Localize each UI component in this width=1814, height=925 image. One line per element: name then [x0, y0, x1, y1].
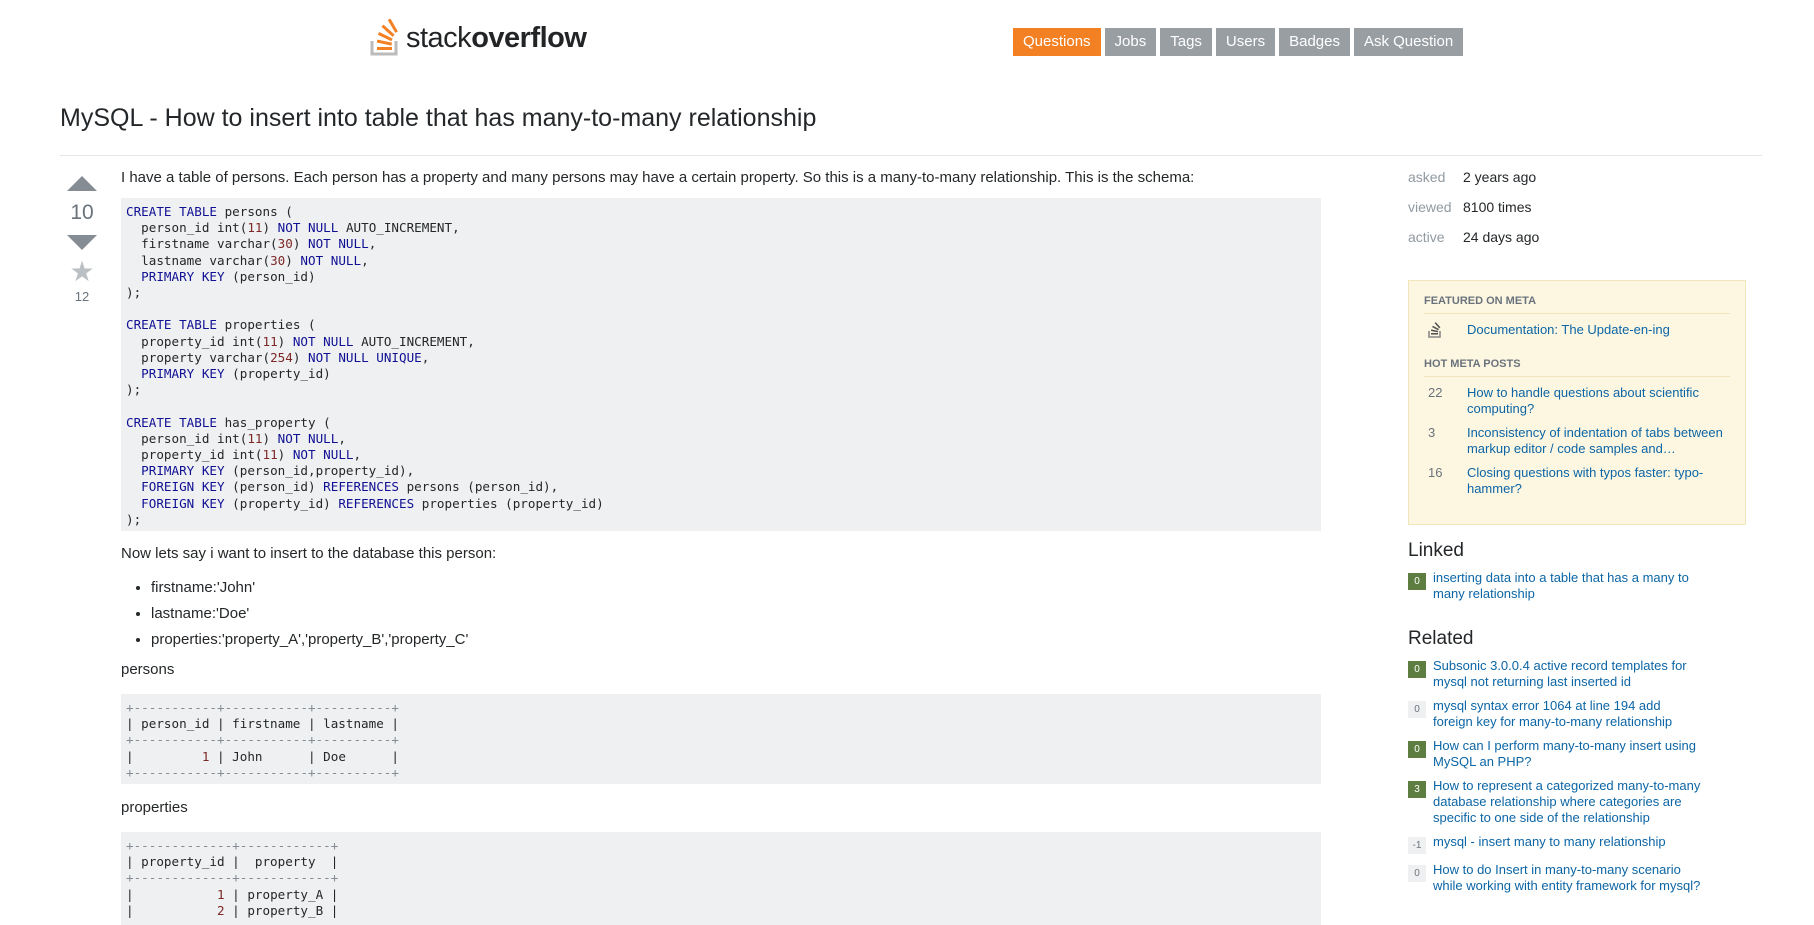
hot-meta-heading: HOT META POSTS	[1424, 358, 1730, 377]
vote-count: 10	[70, 201, 94, 224]
meta-count: 22	[1428, 385, 1443, 400]
stack-logo-icon	[370, 19, 398, 56]
logo-text-light: stack	[406, 22, 472, 54]
related-item: 3 How to represent a categorized many-to…	[1408, 778, 1703, 826]
stat-row: active 24 days ago	[1408, 228, 1762, 258]
favorite-count: 12	[74, 289, 90, 304]
persons-table-code: +-----------+-----------+----------+ | p…	[121, 694, 1321, 784]
stat-label: active	[1408, 229, 1445, 245]
site-logo[interactable]: stackoverflow	[370, 18, 587, 58]
score-badge[interactable]: 0	[1408, 865, 1426, 882]
nav-jobs[interactable]: Jobs	[1104, 28, 1157, 56]
nav-badges[interactable]: Badges	[1279, 28, 1350, 56]
stat-label: asked	[1408, 169, 1446, 185]
related-item: 0 How can I perform many-to-many insert …	[1408, 738, 1703, 770]
related-link[interactable]: How to do Insert in many-to-many scenari…	[1433, 862, 1703, 894]
related-item: 0 Subsonic 3.0.0.4 active record templat…	[1408, 658, 1703, 690]
linked-link[interactable]: inserting data into a table that has a m…	[1433, 570, 1703, 602]
related-link[interactable]: mysql syntax error 1064 at line 194 add …	[1433, 698, 1703, 730]
featured-heading: FEATURED ON META	[1424, 295, 1730, 314]
sidebar: asked 2 years ago viewed 8100 times acti…	[1408, 168, 1762, 893]
properties-table-code: +-------------+------------+ | property_…	[121, 832, 1321, 925]
meta-link[interactable]: Documentation: The Update-en-ing	[1467, 322, 1730, 342]
stat-row: asked 2 years ago	[1408, 168, 1762, 198]
score-badge[interactable]: -1	[1408, 837, 1426, 854]
logo-wordmark: stackoverflow	[406, 18, 587, 58]
question-stats: asked 2 years ago viewed 8100 times acti…	[1408, 168, 1762, 258]
linked-item: 0 inserting data into a table that has a…	[1408, 570, 1703, 602]
question-intro: I have a table of persons. Each person h…	[121, 169, 1195, 186]
score-badge[interactable]: 0	[1408, 741, 1426, 758]
related-link[interactable]: How can I perform many-to-many insert us…	[1433, 738, 1703, 770]
meta-hot-item: 22 How to handle questions about scienti…	[1424, 385, 1730, 417]
vote-cell: 10 ★ 12	[62, 172, 102, 304]
meta-hot-item: 3 Inconsistency of indentation of tabs b…	[1424, 425, 1730, 457]
nav-tags[interactable]: Tags	[1160, 28, 1212, 56]
persons-label: persons	[121, 661, 175, 678]
meta-count: 3	[1428, 425, 1436, 440]
stat-value: 2 years ago	[1463, 169, 1537, 185]
meta-hot-item: 16 Closing questions with typos faster: …	[1424, 465, 1730, 497]
logo-text-bold: overflow	[471, 22, 587, 54]
nav-ask-question[interactable]: Ask Question	[1353, 28, 1464, 56]
list-item: lastname:'Doe'	[151, 604, 1331, 624]
title-divider	[60, 155, 1762, 156]
score-badge[interactable]: 0	[1408, 661, 1426, 678]
nav-users[interactable]: Users	[1215, 28, 1276, 56]
downvote-icon[interactable]	[67, 235, 97, 250]
top-nav: Questions Jobs Tags Users Badges Ask Que…	[1013, 28, 1464, 56]
score-badge[interactable]: 0	[1408, 701, 1426, 718]
stat-value[interactable]: 24 days ago	[1463, 228, 1539, 258]
upvote-icon[interactable]	[67, 176, 97, 191]
list-item: properties:'property_A','property_B','pr…	[151, 630, 1331, 650]
properties-label: properties	[121, 799, 188, 816]
score-badge[interactable]: 3	[1408, 781, 1426, 798]
stat-row: viewed 8100 times	[1408, 198, 1762, 228]
meta-widget: FEATURED ON META Documentation: The Upda…	[1408, 280, 1746, 525]
nav-questions[interactable]: Questions	[1013, 28, 1101, 56]
schema-code-block: CREATE TABLE persons ( person_id int(11)…	[121, 198, 1321, 531]
linked-heading: Linked	[1408, 540, 1464, 561]
score-badge[interactable]: 0	[1408, 573, 1426, 590]
question-body: I have a table of persons. Each person h…	[121, 168, 1331, 925]
linked-section: Linked 0 inserting data into a table tha…	[1408, 540, 1703, 602]
list-item: firstname:'John'	[151, 578, 1331, 598]
related-link[interactable]: Subsonic 3.0.0.4 active record templates…	[1433, 658, 1703, 690]
site-header: stackoverflow Questions Jobs Tags Users …	[0, 0, 1814, 80]
related-link[interactable]: How to represent a categorized many-to-m…	[1433, 778, 1703, 826]
meta-link[interactable]: How to handle questions about scientific…	[1467, 385, 1730, 417]
meta-featured-item: Documentation: The Update-en-ing	[1424, 322, 1730, 342]
stat-value: 8100 times	[1463, 199, 1532, 215]
meta-link[interactable]: Closing questions with typos faster: typ…	[1467, 465, 1730, 497]
related-item: 0 How to do Insert in many-to-many scena…	[1408, 862, 1703, 894]
related-item: 0 mysql syntax error 1064 at line 194 ad…	[1408, 698, 1703, 730]
related-heading: Related	[1408, 628, 1474, 649]
related-section: Related 0 Subsonic 3.0.0.4 active record…	[1408, 628, 1703, 894]
meta-count: 16	[1428, 465, 1443, 480]
favorite-star-icon[interactable]: ★	[62, 258, 102, 286]
stat-label: viewed	[1408, 199, 1452, 215]
question-title[interactable]: MySQL - How to insert into table that ha…	[60, 104, 816, 133]
related-item: -1 mysql - insert many to many relations…	[1408, 834, 1703, 854]
insert-text: Now lets say i want to insert to the dat…	[121, 545, 497, 562]
person-fields-list: firstname:'John' lastname:'Doe' properti…	[121, 578, 1331, 650]
meta-link[interactable]: Inconsistency of indentation of tabs bet…	[1467, 425, 1730, 457]
related-link[interactable]: mysql - insert many to many relationship	[1433, 834, 1703, 854]
stackexchange-icon	[1424, 322, 1467, 342]
